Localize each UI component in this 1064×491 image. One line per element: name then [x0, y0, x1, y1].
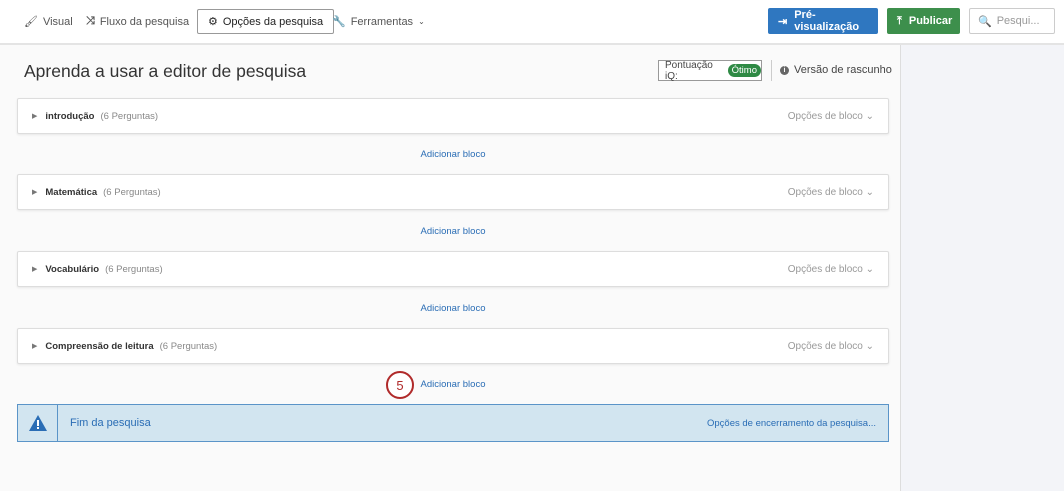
- end-of-survey-block[interactable]: Fim da pesquisa Opções de encerramento d…: [17, 404, 889, 442]
- caret-right-icon[interactable]: ▶: [32, 188, 37, 196]
- brush-icon: 🖌: [24, 16, 38, 28]
- survey-block[interactable]: ▶ Compreensão de leitura (6 Perguntas) Opçõ…: [17, 328, 889, 364]
- publish-button[interactable]: ⤒ Publicar: [887, 8, 960, 34]
- info-icon: i: [780, 65, 789, 75]
- survey-block[interactable]: ▶ Matemática (6 Perguntas) Opções de bloco …: [17, 174, 889, 210]
- gear-icon: ⚙: [208, 16, 218, 28]
- divider: [771, 60, 772, 81]
- caret-right-icon[interactable]: ▶: [32, 342, 37, 350]
- top-toolbar: 🖌 Visual ⤨ Fluxo da pesquisa ⚙ Opções da pe…: [0, 0, 1064, 45]
- nav-visual[interactable]: 🖌 Visual: [24, 9, 73, 34]
- right-panel: [900, 45, 1064, 491]
- page-title: Aprenda a usar a editor de pesquisa: [24, 61, 307, 81]
- survey-block[interactable]: ▶ introdução (6 Perguntas) Opções de bloco …: [17, 98, 889, 134]
- search-icon: 🔍: [978, 15, 992, 28]
- wrench-icon: 🔧: [332, 16, 346, 28]
- nav-survey-flow[interactable]: ⤨ Fluxo da pesquisa: [86, 9, 189, 34]
- block-options[interactable]: Opções de bloco ⌄: [788, 187, 874, 198]
- nav-survey-options[interactable]: ⚙ Opções da pesquisa: [197, 9, 335, 34]
- upload-icon: ⤒: [897, 14, 902, 27]
- chevron-down-icon: ⌄: [418, 17, 425, 26]
- caret-right-icon[interactable]: ▶: [32, 112, 37, 120]
- add-block-link[interactable]: Adicionar bloco: [0, 303, 906, 314]
- survey-block[interactable]: ▶ Vocabulário (6 Perguntas) Opções de bloco…: [17, 251, 889, 287]
- draft-version[interactable]: i Versão de rascunho: [780, 64, 892, 76]
- add-block-link[interactable]: Adicionar bloco: [0, 149, 906, 160]
- search-input[interactable]: 🔍 Pesqui...: [969, 8, 1055, 34]
- warning-icon: [18, 405, 58, 441]
- add-block-link[interactable]: Adicionar bloco: [0, 379, 906, 390]
- preview-icon: ⇥: [778, 15, 788, 28]
- caret-right-icon[interactable]: ▶: [32, 265, 37, 273]
- block-options[interactable]: Opções de bloco ⌄: [788, 341, 874, 352]
- add-block-link[interactable]: Adicionar bloco: [0, 226, 906, 237]
- preview-button[interactable]: ⇥ Pré-visualização: [768, 8, 878, 34]
- flow-icon: ⤨: [86, 15, 95, 27]
- end-options-link[interactable]: Opções de encerramento da pesquisa...: [707, 418, 876, 429]
- iq-score[interactable]: Pontuação iQ: Ótimo: [658, 60, 762, 82]
- iq-badge: Ótimo: [727, 64, 761, 77]
- block-options[interactable]: Opções de bloco ⌄: [788, 264, 874, 275]
- nav-tools[interactable]: 🔧 Ferramentas ⌄: [332, 9, 425, 34]
- block-options[interactable]: Opções de bloco ⌄: [788, 111, 874, 122]
